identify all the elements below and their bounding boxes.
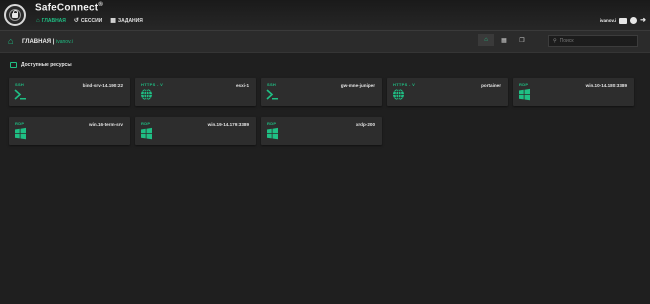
resource-protocol: RDP	[141, 121, 151, 126]
nav-item-label: ГЛАВНАЯ	[41, 18, 66, 24]
nav-item-label: СЕССИИ	[80, 18, 103, 24]
view-switcher: ⌂ ▦ ❐	[478, 34, 530, 46]
windows-icon	[519, 88, 530, 101]
resource-name: gw-mne-juniper	[340, 83, 375, 88]
view-home-button[interactable]: ⌂	[478, 34, 494, 46]
resource-card[interactable]: RDP xrdp-200	[261, 117, 382, 145]
calendar-icon: ▦	[110, 18, 116, 24]
nav-item-label: ЗАДАНИЯ	[117, 18, 143, 24]
home-icon: ⌂	[8, 36, 14, 46]
folders-icon: ❐	[519, 37, 525, 44]
resource-protocol: RDP	[267, 121, 277, 126]
resource-protocol: SSH	[15, 82, 25, 87]
resource-card[interactable]: RDP win.10-14.180:3389	[513, 78, 634, 106]
terminal-icon	[14, 89, 26, 100]
safeconnect-logo-icon	[4, 4, 26, 26]
logout-icon[interactable]: ➜	[640, 17, 646, 24]
section-title: Доступные ресурсы	[10, 62, 72, 68]
windows-icon	[141, 127, 152, 140]
resource-card[interactable]: HTTPS - V portainer	[387, 78, 508, 106]
search-icon: ⚲	[553, 38, 557, 44]
terminal-icon	[266, 89, 278, 100]
monitor-icon	[10, 62, 17, 68]
resource-card[interactable]: RDP win.19-14.179:3389	[135, 117, 256, 145]
nav-item-tasks[interactable]: ▦ ЗАДАНИЯ	[110, 18, 143, 24]
home-icon: ⌂	[36, 18, 40, 24]
windows-icon	[15, 127, 26, 140]
globe-icon	[393, 88, 404, 101]
resource-name: bind-srv-14.190:22	[82, 83, 123, 88]
page-header: ⌂ ГЛАВНАЯ | ivanov.i ⌂ ▦ ❐ ⚲	[0, 31, 650, 53]
main-nav: ⌂ ГЛАВНАЯ ↺ СЕССИИ ▦ ЗАДАНИЯ	[36, 18, 143, 24]
globe-icon	[141, 88, 152, 101]
user-area: ivanov.i ➜	[600, 17, 646, 24]
username[interactable]: ivanov.i	[600, 18, 616, 23]
nav-item-home[interactable]: ⌂ ГЛАВНАЯ	[36, 18, 66, 24]
nav-item-sessions[interactable]: ↺ СЕССИИ	[74, 18, 102, 24]
page-title: ГЛАВНАЯ | ivanov.i	[22, 39, 73, 45]
resource-name: win.16-term-srv	[89, 122, 123, 127]
resource-protocol: HTTPS - V	[393, 82, 416, 87]
resource-name: xrdp-200	[355, 122, 375, 127]
windows-icon	[267, 127, 278, 140]
top-bar: SafeConnect® ⌂ ГЛАВНАЯ ↺ СЕССИИ ▦ ЗАДАНИ…	[0, 0, 650, 31]
history-icon: ↺	[73, 18, 79, 24]
search-input[interactable]	[559, 38, 630, 44]
resource-card[interactable]: SSH bind-srv-14.190:22	[9, 78, 130, 106]
resource-protocol: RDP	[15, 121, 25, 126]
resource-name: win.19-14.179:3389	[207, 122, 249, 127]
mail-icon[interactable]	[619, 17, 628, 24]
resource-protocol: HTTPS - V	[141, 82, 164, 87]
resource-card[interactable]: SSH gw-mne-juniper	[261, 78, 382, 106]
home-icon: ⌂	[484, 37, 488, 43]
resource-card[interactable]: HTTPS - V esxi-1	[135, 78, 256, 106]
brand-title: SafeConnect®	[35, 2, 103, 14]
view-calendar-button[interactable]: ▦	[496, 34, 512, 46]
resource-protocol: RDP	[519, 82, 529, 87]
search-box[interactable]: ⚲	[548, 35, 638, 47]
resource-name: esxi-1	[235, 83, 249, 88]
resource-card[interactable]: RDP win.16-term-srv	[9, 117, 130, 145]
resource-protocol: SSH	[267, 82, 277, 87]
view-folders-button[interactable]: ❐	[514, 34, 530, 46]
resource-name: win.10-14.180:3389	[585, 83, 627, 88]
user-profile-icon[interactable]	[630, 17, 638, 24]
calendar-icon: ▦	[501, 37, 507, 44]
resource-name: portainer	[481, 83, 501, 88]
